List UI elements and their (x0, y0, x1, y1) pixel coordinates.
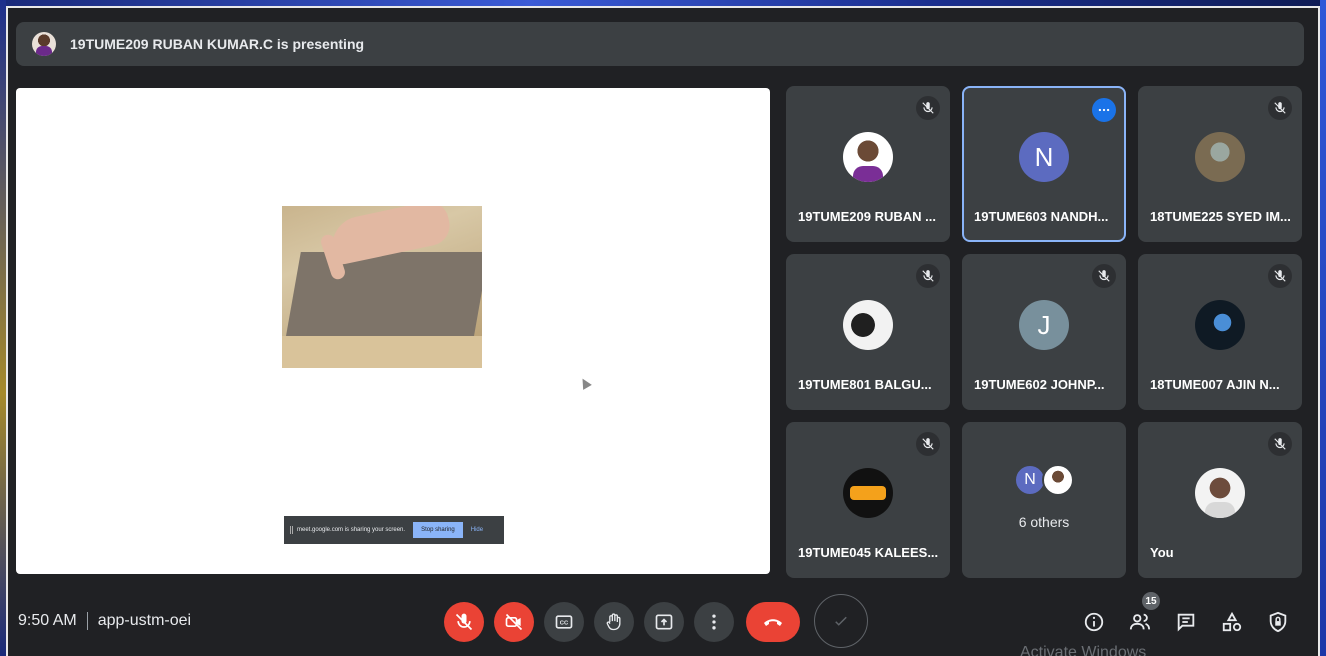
participant-tile[interactable]: J 19TUME602 JOHNP... (962, 254, 1126, 410)
more-vert-icon (712, 614, 716, 630)
more-options-icon[interactable] (1092, 98, 1116, 122)
participant-avatar (843, 300, 893, 350)
mic-off-icon (1268, 264, 1292, 288)
participant-name: 19TUME603 NANDH... (974, 209, 1109, 224)
bottom-toolbar: 9:50 AM app-ustm-oei CC 15 Activate Wind… (0, 590, 1326, 656)
mic-toggle-button[interactable] (444, 602, 484, 642)
participant-avatar: N (1019, 132, 1069, 182)
hide-notice-button[interactable]: Hide (471, 527, 483, 533)
people-icon (1129, 613, 1151, 630)
mouse-cursor-icon (578, 376, 592, 390)
people-button[interactable] (1128, 610, 1152, 634)
raise-hand-icon (606, 613, 621, 631)
participant-name: 19TUME209 RUBAN ... (798, 209, 936, 224)
raise-hand-button[interactable] (594, 602, 634, 642)
info-icon (1084, 612, 1104, 632)
clock: 9:50 AM (18, 612, 77, 629)
host-controls-button[interactable] (1266, 610, 1290, 634)
participant-avatar (843, 468, 893, 518)
captions-icon: CC (555, 615, 573, 629)
presenting-banner: 19TUME209 RUBAN KUMAR.C is presenting (16, 22, 1304, 66)
participant-tile[interactable]: 19TUME045 KALEES... (786, 422, 950, 578)
participant-avatar (843, 132, 893, 182)
present-now-button[interactable] (644, 602, 684, 642)
self-name: You (1150, 545, 1174, 560)
shield-lock-icon (1269, 611, 1287, 633)
mic-off-icon (916, 96, 940, 120)
drag-handle-icon[interactable] (290, 526, 293, 534)
meeting-info: 9:50 AM app-ustm-oei (18, 612, 191, 630)
stop-sharing-button[interactable]: Stop sharing (413, 522, 463, 538)
camera-toggle-button[interactable] (494, 602, 534, 642)
self-avatar (1195, 468, 1245, 518)
screen-share-notice: meet.google.com is sharing your screen. … (284, 516, 504, 544)
divider (86, 612, 88, 630)
others-tile[interactable]: N 6 others (962, 422, 1126, 578)
activate-windows-watermark: Activate Windows (1020, 644, 1147, 656)
activities-button[interactable] (1220, 610, 1244, 634)
participant-name: 19TUME801 BALGU... (798, 377, 932, 392)
meeting-details-button[interactable] (1082, 610, 1106, 634)
share-notice-message: meet.google.com is sharing your screen. (297, 527, 406, 533)
activities-icon (1222, 611, 1242, 632)
participant-name: 19TUME602 JOHNP... (974, 377, 1105, 392)
mic-off-icon (1268, 432, 1292, 456)
participant-avatar (1195, 132, 1245, 182)
participant-name: 19TUME045 KALEES... (798, 545, 939, 560)
present-icon (655, 614, 673, 630)
meeting-code: app-ustm-oei (97, 612, 192, 629)
mic-off-icon (1092, 264, 1116, 288)
presenting-text: 19TUME209 RUBAN KUMAR.C is presenting (70, 36, 365, 52)
wallpaper-right-edge (1320, 0, 1326, 656)
participant-tile-active[interactable]: N 19TUME603 NANDH... (962, 86, 1126, 242)
chat-button[interactable] (1174, 610, 1198, 634)
more-options-button[interactable] (694, 602, 734, 642)
participant-name: 18TUME225 SYED IM... (1150, 209, 1291, 224)
participant-avatar (1042, 464, 1074, 496)
participant-tile[interactable]: 19TUME801 BALGU... (786, 254, 950, 410)
self-tile[interactable]: You (1138, 422, 1302, 578)
participant-tile[interactable]: 18TUME225 SYED IM... (1138, 86, 1302, 242)
participant-tile[interactable]: 18TUME007 AJIN N... (1138, 254, 1302, 410)
people-count-badge: 15 (1142, 592, 1160, 610)
participant-tile[interactable]: 19TUME209 RUBAN ... (786, 86, 950, 242)
check-icon (835, 616, 847, 626)
mic-off-icon (455, 613, 473, 631)
shared-screen: meet.google.com is sharing your screen. … (16, 88, 770, 574)
camera-off-icon (505, 613, 523, 631)
end-call-icon (764, 619, 782, 626)
mic-off-icon (1268, 96, 1292, 120)
captions-button[interactable]: CC (544, 602, 584, 642)
mic-off-icon (916, 432, 940, 456)
others-avatars: N (1014, 464, 1084, 500)
presenter-avatar (32, 32, 56, 56)
participant-avatar: J (1019, 300, 1069, 350)
others-count-label: 6 others (1018, 514, 1070, 530)
leave-call-button[interactable] (746, 602, 800, 642)
svg-text:CC: CC (560, 621, 569, 627)
shared-image (282, 206, 482, 368)
mic-off-icon (916, 264, 940, 288)
chat-icon (1177, 613, 1195, 632)
overlay-circle-button[interactable] (814, 594, 868, 648)
participant-name: 18TUME007 AJIN N... (1150, 377, 1280, 392)
participant-avatar (1195, 300, 1245, 350)
